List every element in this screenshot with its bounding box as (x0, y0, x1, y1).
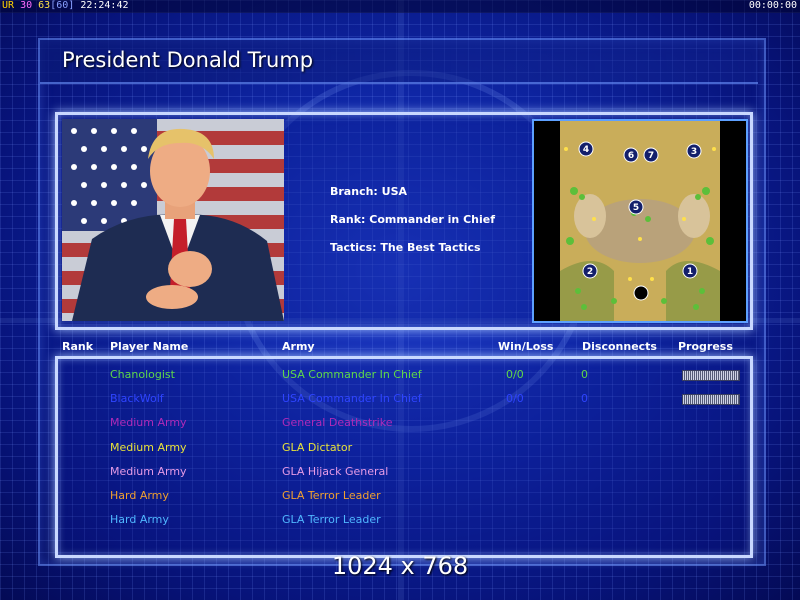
svg-text:4: 4 (583, 145, 589, 155)
debug-ur: UR (2, 0, 15, 11)
general-info-text: Branch: USA Rank: Commander in Chief Tac… (330, 185, 495, 269)
page-title: President Donald Trump (62, 48, 314, 72)
debug-63: 63 (38, 0, 51, 11)
game-timer: 00:00:00 (748, 0, 797, 11)
general-info-panel: Branch: USA Rank: Commander in Chief Tac… (55, 112, 753, 330)
rank-label: Rank: Commander in Chief (330, 213, 496, 226)
general-portrait (62, 119, 284, 321)
disconnects: 0 (581, 392, 588, 406)
map-marker-3: 3 (686, 143, 702, 159)
svg-text:1: 1 (687, 267, 693, 277)
debug-stats: UR 30 63[60] 22:24:42 (2, 0, 129, 12)
player-row[interactable]: Medium Army GLA Hijack General (58, 462, 750, 482)
player-row[interactable]: Medium Army General Deathstrike (58, 413, 750, 433)
player-name: Medium Army (110, 440, 187, 454)
tactics-label: Tactics: The Best Tactics (330, 241, 481, 254)
header-disconnects: Disconnects (582, 340, 657, 353)
map-marker-1: 1 (682, 263, 698, 279)
army-name: GLA Hijack General (282, 464, 389, 478)
win-loss: 0/0 (506, 368, 524, 381)
army-name: GLA Terror Leader (282, 513, 381, 527)
portrait-image (62, 119, 284, 321)
map-empty-slot (633, 285, 649, 301)
map-marker-5: 5 (628, 199, 644, 215)
army-name: GLA Dictator (282, 440, 353, 454)
header-player-name: Player Name (110, 340, 189, 353)
player-name: Chanologist (110, 368, 175, 381)
resolution-label: 1024 x 768 (331, 552, 469, 580)
map-marker-6: 6 (623, 147, 639, 163)
player-name: Medium Army (110, 464, 187, 478)
army-name: USA Commander In Chief (282, 368, 422, 381)
map-marker-4: 4 (578, 141, 594, 157)
header-army: Army (282, 340, 315, 353)
svg-text:7: 7 (648, 151, 654, 161)
header-win-loss: Win/Loss (498, 340, 554, 353)
player-name: Hard Army (110, 489, 169, 502)
svg-text:3: 3 (691, 147, 697, 157)
header-rank: Rank (62, 340, 94, 353)
title-bar: President Donald Trump (40, 40, 758, 84)
player-name: Hard Army (110, 513, 169, 527)
table-headers: Rank Player Name Army Win/Loss Disconnec… (0, 340, 800, 354)
svg-text:2: 2 (587, 267, 593, 277)
debug-overlay: UR 30 63[60] 22:24:42 00:00:00 (0, 0, 800, 13)
player-row[interactable]: Chanologist USA Commander In Chief 0/0 0 (58, 365, 750, 385)
player-name: BlackWolf (110, 392, 164, 406)
army-name: General Deathstrike (282, 416, 393, 430)
debug-60: [60] (50, 0, 75, 11)
branch-label: Branch: USA (330, 185, 408, 198)
disconnects: 0 (581, 368, 588, 381)
map-marker-7: 7 (643, 147, 659, 163)
map-marker-2: 2 (582, 263, 598, 279)
svg-text:6: 6 (628, 151, 634, 161)
player-table: Chanologist USA Commander In Chief 0/0 0 Bla… (55, 356, 753, 558)
header-progress: Progress (678, 340, 733, 353)
svg-text:5: 5 (633, 203, 639, 213)
win-loss: 0/0 (506, 392, 524, 406)
player-row[interactable]: Hard Army GLA Terror Leader (58, 486, 750, 506)
army-name: GLA Terror Leader (282, 489, 381, 502)
progress-bar (682, 370, 740, 381)
player-name: Medium Army (110, 416, 187, 430)
minimap-image: 4 6 7 3 5 2 1 (534, 121, 746, 321)
player-row[interactable]: BlackWolf USA Commander In Chief 0/0 0 (58, 389, 750, 409)
debug-clock: 22:24:42 (80, 0, 129, 11)
map-preview: 4 6 7 3 5 2 1 (532, 119, 748, 323)
progress-bar (682, 394, 740, 406)
player-row[interactable]: Medium Army GLA Dictator (58, 438, 750, 458)
debug-30: 30 (20, 0, 33, 11)
player-row[interactable]: Hard Army GLA Terror Leader (58, 510, 750, 530)
army-name: USA Commander In Chief (282, 392, 422, 406)
